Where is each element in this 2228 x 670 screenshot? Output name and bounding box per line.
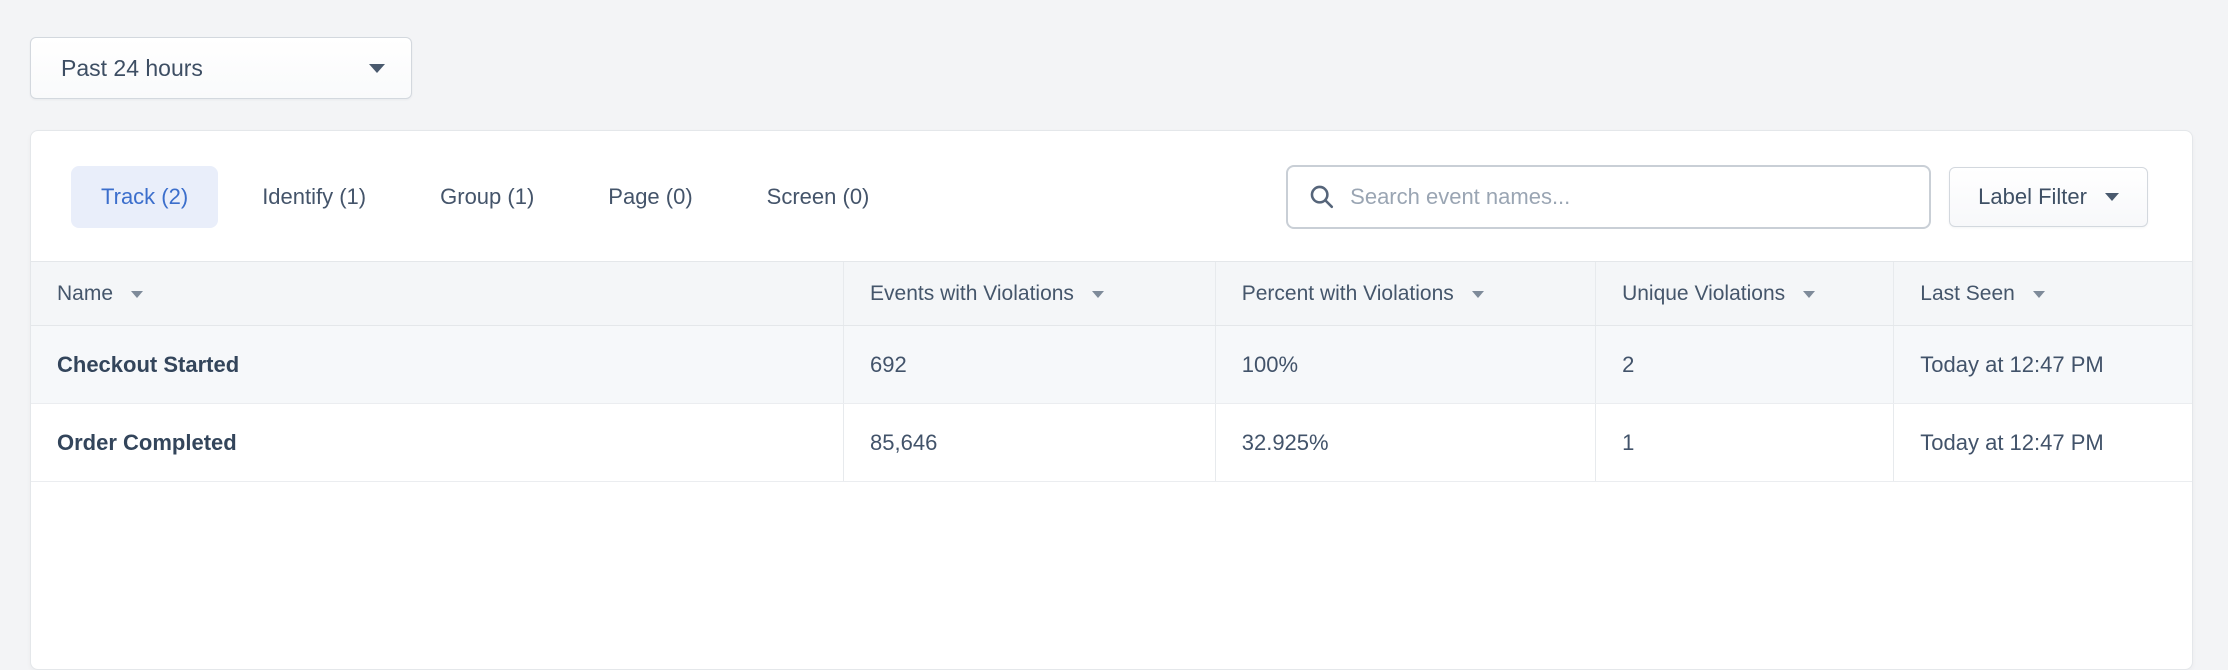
column-header-last-seen[interactable]: Last Seen <box>1894 262 2192 326</box>
tab-page[interactable]: Page (0) <box>578 166 722 228</box>
tab-track[interactable]: Track (2) <box>71 166 218 228</box>
table-body: Checkout Started 692 100% 2 Today at 12:… <box>31 326 2192 482</box>
label-filter-label: Label Filter <box>1978 184 2087 210</box>
label-filter-button[interactable]: Label Filter <box>1949 167 2148 227</box>
tab-screen[interactable]: Screen (0) <box>737 166 900 228</box>
violations-card: Track (2) Identify (1) Group (1) Page (0… <box>30 130 2193 670</box>
percent-with-violations-cell: 100% <box>1215 326 1595 404</box>
event-name-cell[interactable]: Order Completed <box>31 404 844 482</box>
search-icon <box>1308 183 1336 211</box>
events-with-violations-cell: 85,646 <box>844 404 1216 482</box>
column-header-percent-with-violations[interactable]: Percent with Violations <box>1215 262 1595 326</box>
percent-with-violations-cell: 32.925% <box>1215 404 1595 482</box>
table-row[interactable]: Checkout Started 692 100% 2 Today at 12:… <box>31 326 2192 404</box>
search-input[interactable] <box>1350 184 1911 210</box>
unique-violations-cell: 1 <box>1596 404 1894 482</box>
event-type-tabs: Track (2) Identify (1) Group (1) Page (0… <box>71 166 899 228</box>
sort-caret-icon <box>1472 291 1484 298</box>
column-header-unique-violations[interactable]: Unique Violations <box>1596 262 1894 326</box>
column-header-name[interactable]: Name <box>31 262 844 326</box>
header-actions: Label Filter <box>1286 165 2148 229</box>
last-seen-cell: Today at 12:47 PM <box>1894 326 2192 404</box>
events-with-violations-cell: 692 <box>844 326 1216 404</box>
chevron-down-icon <box>369 64 385 73</box>
time-range-label: Past 24 hours <box>61 55 203 82</box>
event-name-cell[interactable]: Checkout Started <box>31 326 844 404</box>
unique-violations-cell: 2 <box>1596 326 1894 404</box>
sort-caret-icon <box>131 291 143 298</box>
column-header-events-with-violations[interactable]: Events with Violations <box>844 262 1216 326</box>
sort-caret-icon <box>1092 291 1104 298</box>
tab-group[interactable]: Group (1) <box>410 166 564 228</box>
search-box[interactable] <box>1286 165 1931 229</box>
sort-caret-icon <box>1803 291 1815 298</box>
table-row[interactable]: Order Completed 85,646 32.925% 1 Today a… <box>31 404 2192 482</box>
sort-caret-icon <box>2033 291 2045 298</box>
violations-table: Name Events with Violations Percent with… <box>31 261 2192 482</box>
time-range-dropdown[interactable]: Past 24 hours <box>30 37 412 99</box>
tab-identify[interactable]: Identify (1) <box>232 166 396 228</box>
card-header: Track (2) Identify (1) Group (1) Page (0… <box>31 131 2192 261</box>
chevron-down-icon <box>2105 193 2119 201</box>
table-header-row: Name Events with Violations Percent with… <box>31 262 2192 326</box>
last-seen-cell: Today at 12:47 PM <box>1894 404 2192 482</box>
